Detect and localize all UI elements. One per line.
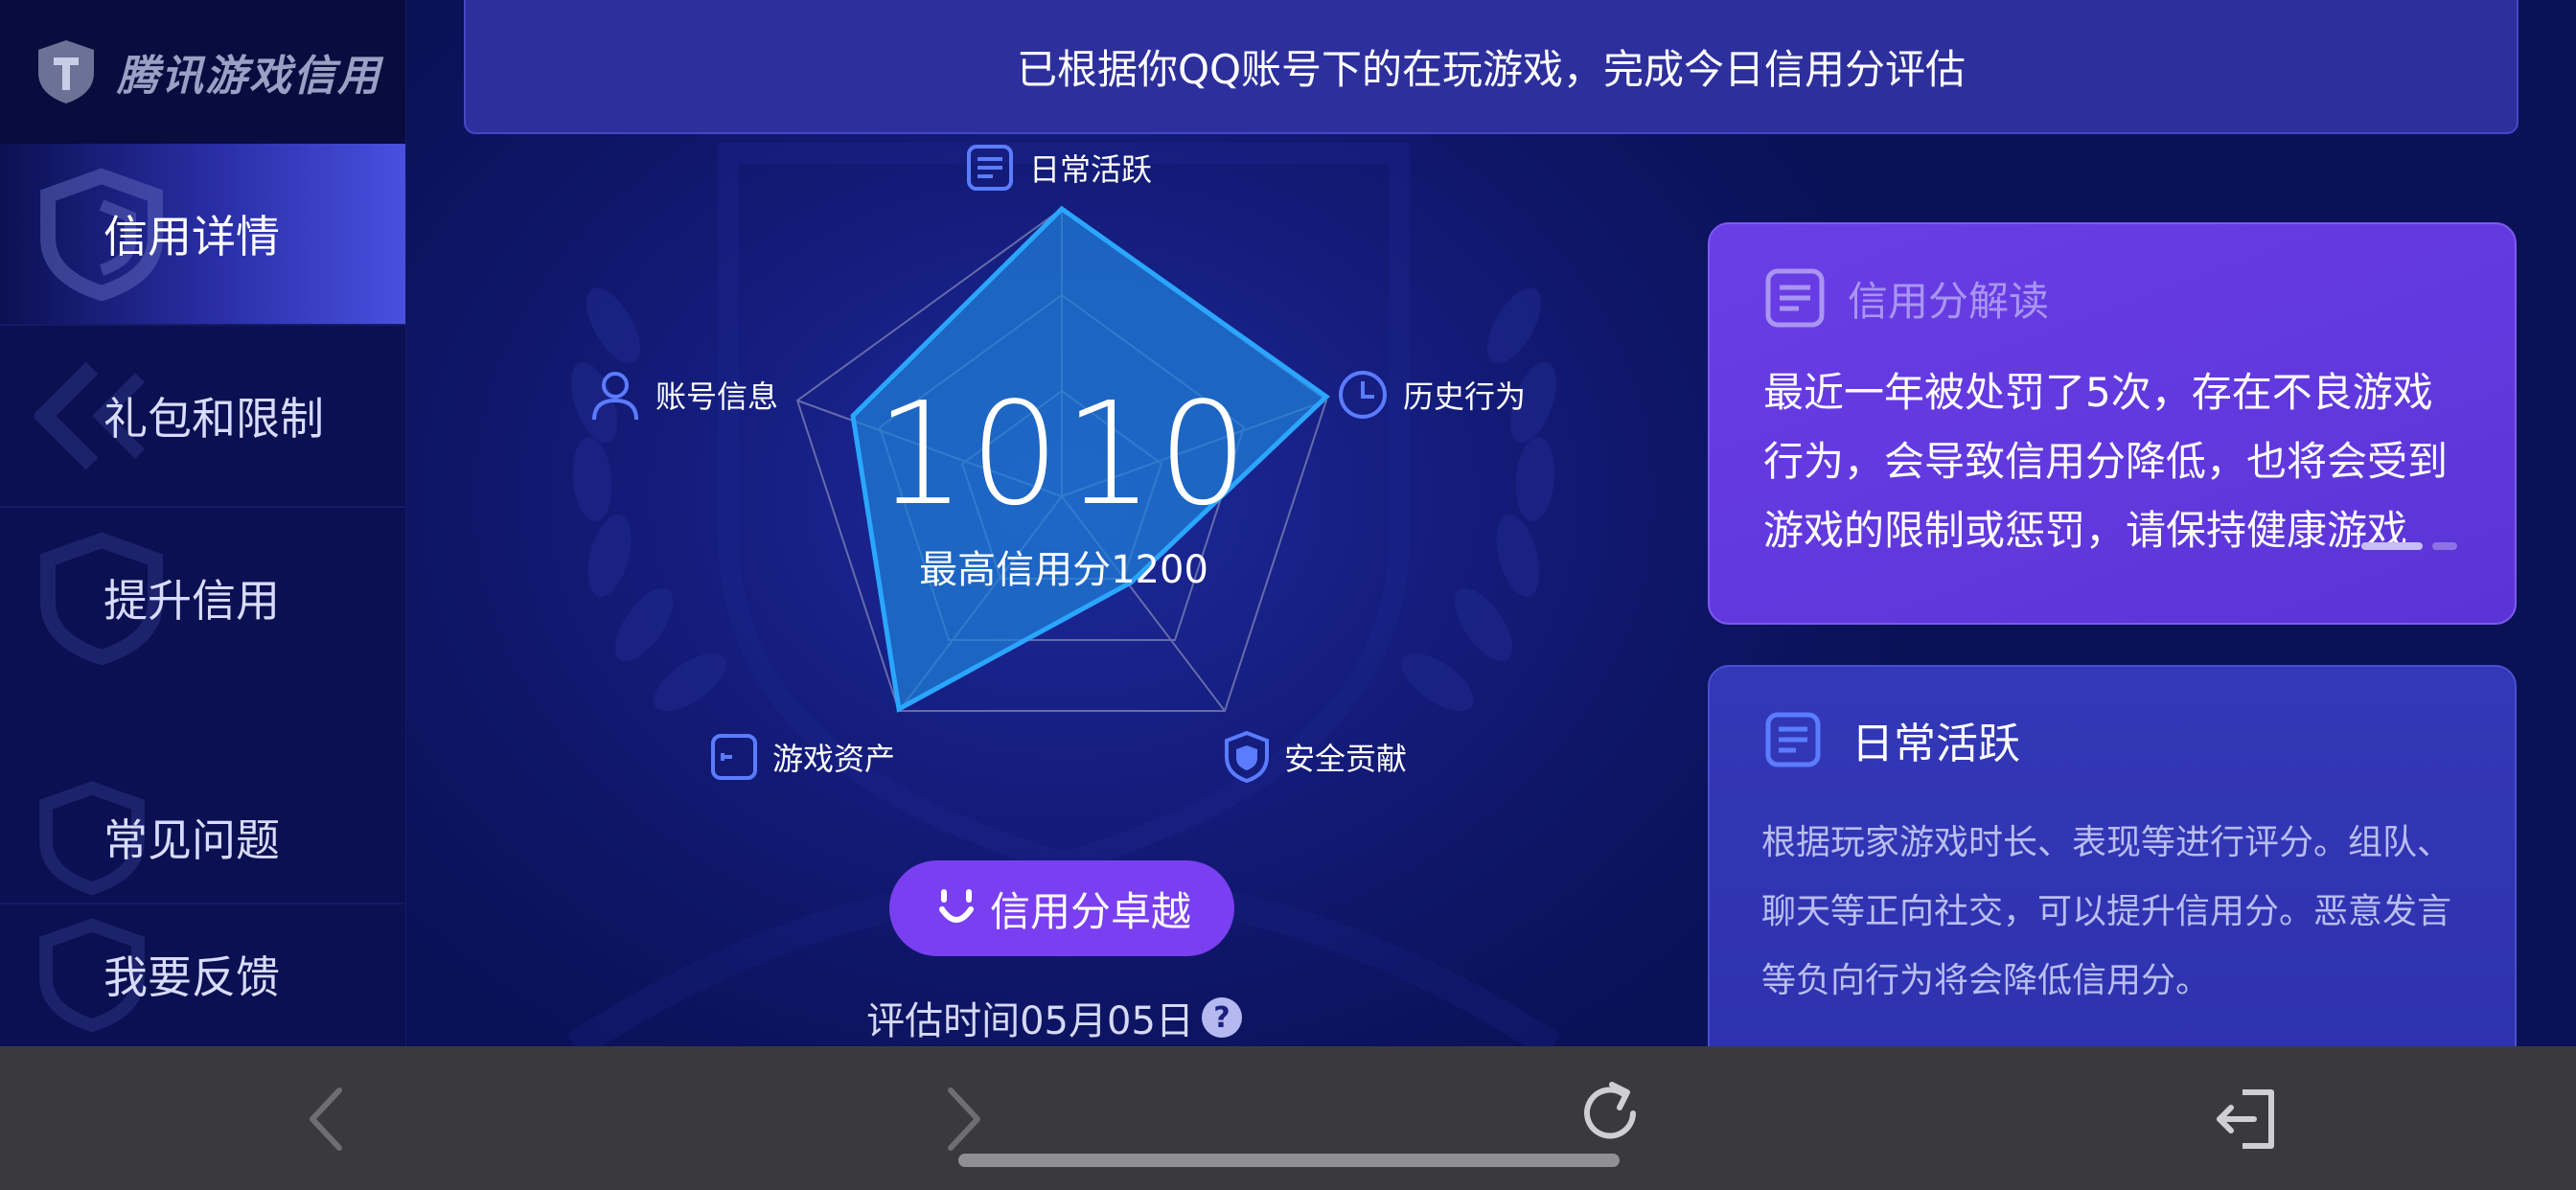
credit-level-label: 信用分卓越 bbox=[989, 887, 1191, 935]
credit-score-value: 1010 bbox=[875, 372, 1253, 537]
evaluation-time: 评估时间05月05日 ? bbox=[843, 989, 1265, 1046]
sidebar-item-label: 常见问题 bbox=[104, 814, 280, 866]
sidebar-item-label: 信用详情 bbox=[104, 211, 280, 263]
credit-level-button[interactable]: 信用分卓越 bbox=[889, 860, 1234, 956]
smile-icon bbox=[938, 889, 974, 923]
reload-icon[interactable] bbox=[1572, 1075, 1648, 1152]
sidebar-item-label: 我要反馈 bbox=[104, 951, 280, 1003]
credit-interpretation-card: 信用分解读 最近一年被处罚了5次，存在不良游戏 行为，会导致信用分降低，也将会受… bbox=[1708, 222, 2517, 625]
axis-daily-active: 日常活跃 bbox=[964, 142, 1152, 194]
document-icon bbox=[1765, 268, 1825, 328]
user-icon bbox=[592, 372, 638, 421]
daily-active-title: 日常活跃 bbox=[1852, 720, 2020, 768]
carousel-indicator bbox=[2361, 542, 2467, 550]
daily-active-card: 日常活跃 根据玩家游戏时长、表现等进行评分。组队、 聊天等正向社交，可以提升信用… bbox=[1708, 665, 2517, 1067]
clock-icon bbox=[1339, 371, 1387, 419]
max-score-text: 最高信用分1200 bbox=[919, 548, 1208, 592]
shield-icon bbox=[1225, 730, 1269, 784]
axis-account-info: 账号信息 bbox=[588, 368, 778, 422]
interpretation-title: 信用分解读 bbox=[1848, 277, 2050, 325]
daily-active-body: 根据玩家游戏时长、表现等进行评分。组队、 聊天等正向社交，可以提升信用分。恶意发… bbox=[1761, 823, 2452, 1000]
wallet-icon bbox=[711, 734, 757, 780]
chevron-left-icon[interactable] bbox=[297, 1081, 355, 1157]
document-icon bbox=[1765, 712, 1821, 767]
help-icon[interactable]: ? bbox=[1201, 997, 1242, 1038]
evaluation-time-text: 评估时间05月05日 bbox=[866, 999, 1194, 1043]
axis-game-assets: 游戏资产 bbox=[709, 732, 895, 782]
home-indicator bbox=[958, 1154, 1620, 1167]
axis-security: 安全贡献 bbox=[1223, 730, 1407, 784]
exit-icon[interactable] bbox=[2208, 1081, 2285, 1157]
axis-history: 历史行为 bbox=[1336, 368, 1526, 422]
document-icon bbox=[967, 145, 1013, 191]
interpretation-body: 最近一年被处罚了5次，存在不良游戏 行为，会导致信用分降低，也将会受到 游戏的限… bbox=[1763, 369, 2449, 554]
sidebar-item-label: 礼包和限制 bbox=[104, 393, 324, 445]
browser-toolbar bbox=[0, 1046, 2576, 1190]
sidebar-item-label: 提升信用 bbox=[104, 575, 280, 627]
chevron-right-icon[interactable] bbox=[935, 1081, 993, 1157]
